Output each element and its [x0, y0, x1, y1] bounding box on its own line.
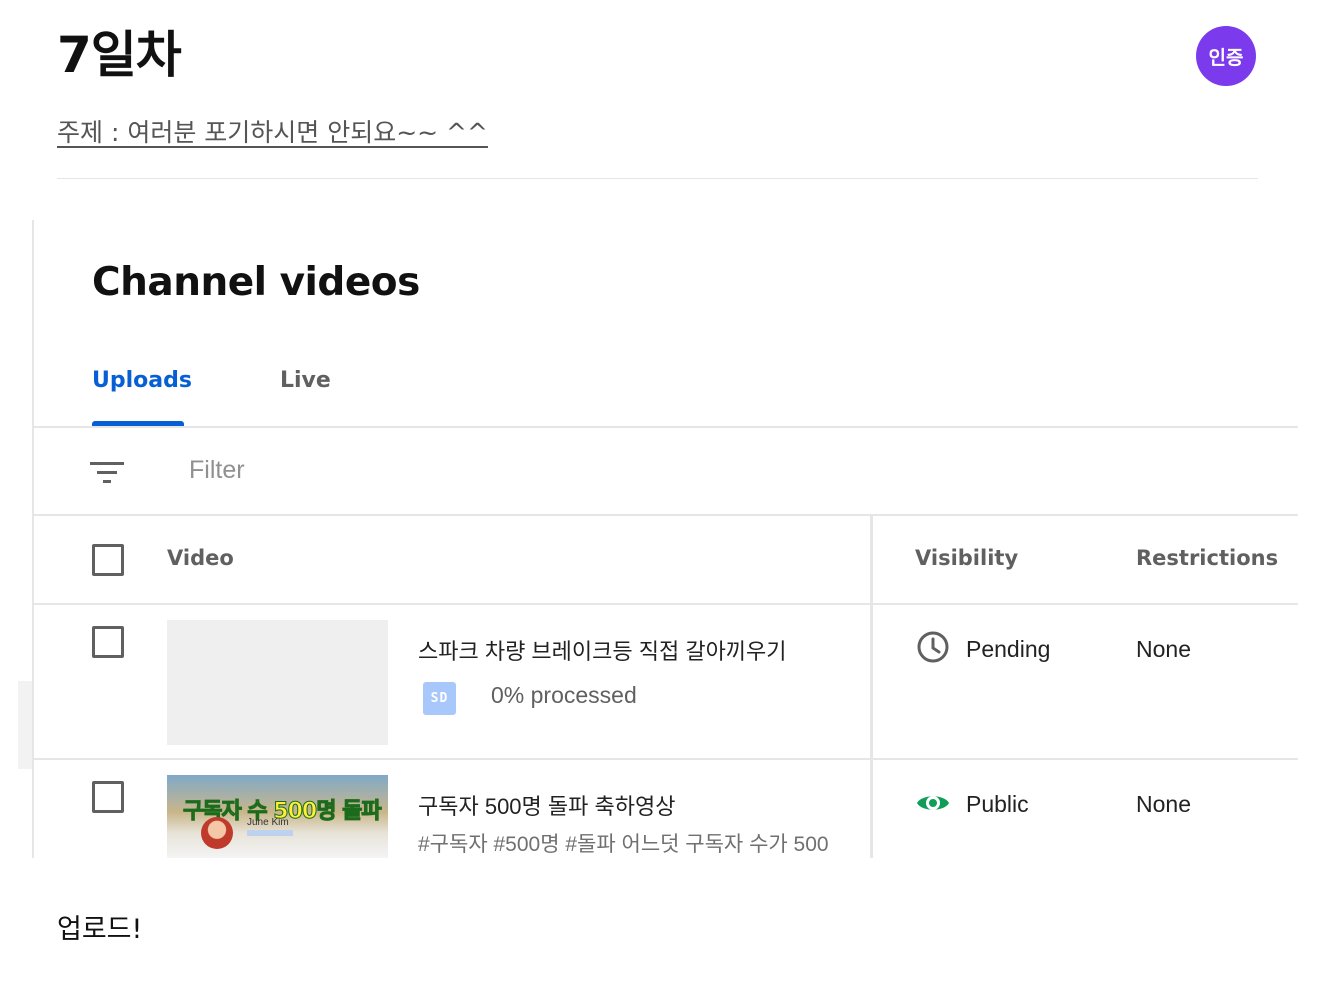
- thumbnail-channel-name: June Kim: [247, 817, 289, 828]
- tab-live[interactable]: Live: [280, 368, 331, 393]
- embedded-screenshot: Channel videos Uploads Live Filter Video…: [32, 220, 1298, 858]
- tabs-divider: [34, 426, 1298, 428]
- divider: [57, 178, 1258, 179]
- restrictions-value: None: [1136, 636, 1191, 662]
- thumbnail-subscribers-bar: [247, 830, 293, 836]
- row-divider: [34, 758, 1298, 760]
- clock-icon: [917, 631, 949, 663]
- visibility-status[interactable]: Pending: [966, 636, 1050, 663]
- eye-icon: [917, 796, 949, 810]
- post-title: 7일차: [57, 26, 182, 84]
- header-divider: [34, 603, 1298, 605]
- page-title: Channel videos: [92, 260, 420, 305]
- video-title[interactable]: 구독자 500명 돌파 축하영상: [418, 789, 675, 821]
- restrictions-value: None: [1136, 791, 1191, 817]
- sd-quality-badge: SD: [423, 682, 456, 715]
- select-all-checkbox[interactable]: [92, 544, 124, 576]
- column-header-restrictions[interactable]: Restrictions: [1136, 546, 1278, 570]
- video-thumbnail[interactable]: 구독자 수 500명 돌파 June Kim: [167, 775, 388, 858]
- tab-uploads[interactable]: Uploads: [92, 368, 192, 393]
- column-header-visibility[interactable]: Visibility: [915, 546, 1018, 570]
- post-topic-link[interactable]: 주제 : 여러분 포기하시면 안되요~~ ^^: [57, 115, 488, 151]
- verification-badge[interactable]: 인증: [1196, 26, 1256, 86]
- avatar: [201, 817, 233, 849]
- filter-divider: [34, 514, 1298, 516]
- video-description: #구독자 #500명 #돌파 어느덧 구독자 수가 500: [418, 833, 829, 856]
- row-checkbox[interactable]: [92, 781, 124, 813]
- filter-icon[interactable]: [90, 460, 124, 486]
- post-body-text: 업로드!: [57, 914, 143, 945]
- column-header-video[interactable]: Video: [167, 546, 234, 570]
- screenshot-side-shade: [18, 681, 32, 769]
- row-checkbox[interactable]: [92, 626, 124, 658]
- processing-status: 0% processed: [491, 682, 637, 708]
- column-divider: [870, 516, 873, 858]
- filter-input[interactable]: Filter: [189, 456, 245, 485]
- visibility-status[interactable]: Public: [966, 791, 1029, 818]
- video-title[interactable]: 스파크 차량 브레이크등 직접 갈아끼우기: [418, 634, 787, 666]
- video-thumbnail-placeholder[interactable]: [167, 620, 388, 745]
